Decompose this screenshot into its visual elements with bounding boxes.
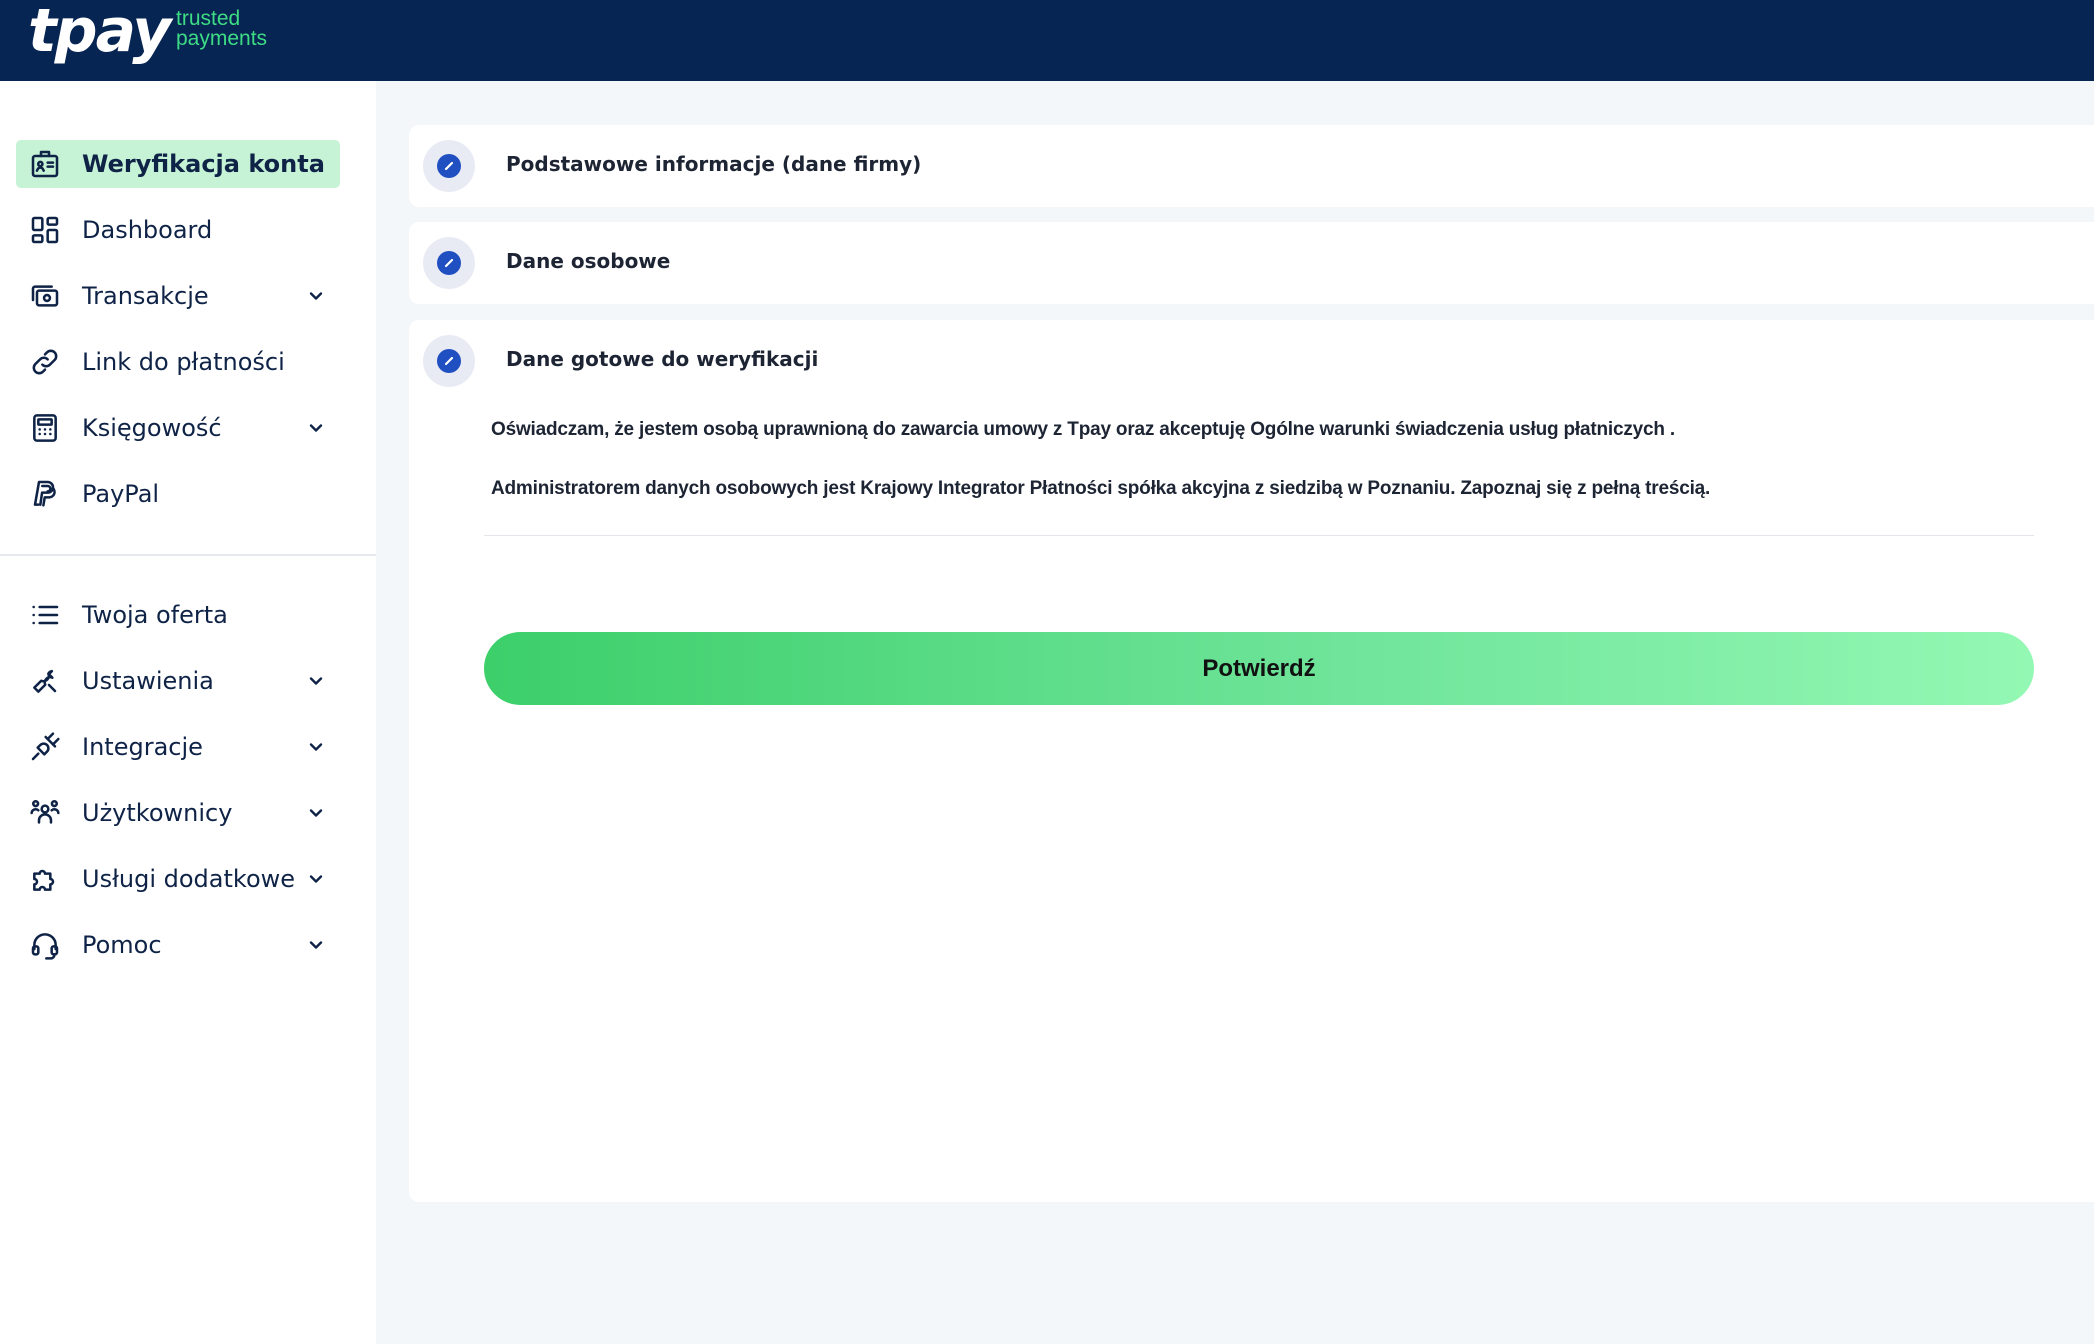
- paypal-icon: [28, 477, 62, 511]
- chevron-down-icon[interactable]: [306, 418, 326, 438]
- sidebar-divider: [0, 554, 376, 556]
- section-title: Podstawowe informacje (dane firmy): [506, 152, 922, 176]
- edit-icon: [437, 154, 461, 178]
- id-card-icon: [28, 147, 62, 181]
- sidebar-item-twoja-oferta[interactable]: Twoja oferta: [16, 591, 340, 639]
- section-dane-osobowe[interactable]: Dane osobowe: [409, 222, 2094, 304]
- sidebar-item-pomoc[interactable]: Pomoc: [16, 921, 340, 969]
- edit-icon: [437, 251, 461, 275]
- sidebar-item-ustawienia[interactable]: Ustawienia: [16, 657, 340, 705]
- sidebar-item-link-do-platnosci[interactable]: Link do płatności: [16, 338, 340, 386]
- puzzle-icon: [28, 862, 62, 896]
- cash-icon: [28, 279, 62, 313]
- sidebar-item-dashboard[interactable]: Dashboard: [16, 206, 340, 254]
- sidebar-item-label: Integracje: [82, 733, 203, 761]
- edit-button[interactable]: [423, 335, 475, 387]
- edit-icon: [437, 349, 461, 373]
- wrench-icon: [28, 664, 62, 698]
- sidebar-item-label: Pomoc: [82, 931, 162, 959]
- tpay-logo[interactable]: tpay: [28, 0, 171, 66]
- divider: [484, 535, 2034, 536]
- sidebar-item-ksiegowosc[interactable]: Księgowość: [16, 404, 340, 452]
- sidebar-item-uzytkownicy[interactable]: Użytkownicy: [16, 789, 340, 837]
- chevron-down-icon[interactable]: [306, 869, 326, 889]
- sidebar-item-label: Transakcje: [82, 282, 209, 310]
- section-dane-gotowe: Dane gotowe do weryfikacji Oświadczam, ż…: [409, 320, 2094, 1202]
- sidebar-item-label: Link do płatności: [82, 348, 285, 376]
- sidebar-item-paypal[interactable]: PayPal: [16, 470, 340, 518]
- sidebar-item-label: Usługi dodatkowe: [82, 865, 296, 893]
- edit-button[interactable]: [423, 237, 475, 289]
- confirm-button[interactable]: Potwierdź: [484, 632, 2034, 705]
- users-icon: [28, 796, 62, 830]
- sidebar-item-label: Twoja oferta: [82, 601, 228, 629]
- list-icon: [28, 598, 62, 632]
- sidebar-item-transakcje[interactable]: Transakcje: [16, 272, 340, 320]
- sidebar-item-label: PayPal: [82, 480, 160, 508]
- edit-button[interactable]: [423, 140, 475, 192]
- dashboard-icon: [28, 213, 62, 247]
- sidebar-item-integracje[interactable]: Integracje: [16, 723, 340, 771]
- chevron-down-icon[interactable]: [306, 286, 326, 306]
- calculator-icon: [28, 411, 62, 445]
- link-icon: [28, 345, 62, 379]
- sidebar-item-label: Ustawienia: [82, 667, 214, 695]
- sidebar-item-label: Księgowość: [82, 414, 222, 442]
- section-podstawowe-informacje[interactable]: Podstawowe informacje (dane firmy): [409, 125, 2094, 207]
- section-title: Dane gotowe do weryfikacji: [506, 347, 819, 371]
- chevron-down-icon[interactable]: [306, 737, 326, 757]
- plug-icon: [28, 730, 62, 764]
- sidebar: Weryfikacja konta Dashboard Transakcje L…: [0, 81, 376, 1344]
- chevron-down-icon[interactable]: [306, 935, 326, 955]
- consent-statement: Oświadczam, że jestem osobą uprawnioną d…: [491, 419, 1675, 440]
- sidebar-item-label: Użytkownicy: [82, 799, 233, 827]
- chevron-down-icon[interactable]: [306, 803, 326, 823]
- sidebar-item-label: Dashboard: [82, 216, 213, 244]
- section-title: Dane osobowe: [506, 249, 671, 273]
- logo-tagline: trusted payments: [176, 7, 268, 50]
- data-admin-statement: Administratorem danych osobowych jest Kr…: [491, 478, 1711, 499]
- headset-icon: [28, 928, 62, 962]
- top-header: tpay trusted payments: [0, 0, 2094, 81]
- sidebar-item-label: Weryfikacja konta: [82, 150, 325, 178]
- chevron-down-icon[interactable]: [306, 671, 326, 691]
- sidebar-item-weryfikacja-konta[interactable]: Weryfikacja konta: [16, 140, 340, 188]
- tagline-line2: payments: [176, 27, 268, 50]
- sidebar-item-uslugi-dodatkowe[interactable]: Usługi dodatkowe: [16, 855, 340, 903]
- tagline-line1: trusted: [176, 7, 241, 30]
